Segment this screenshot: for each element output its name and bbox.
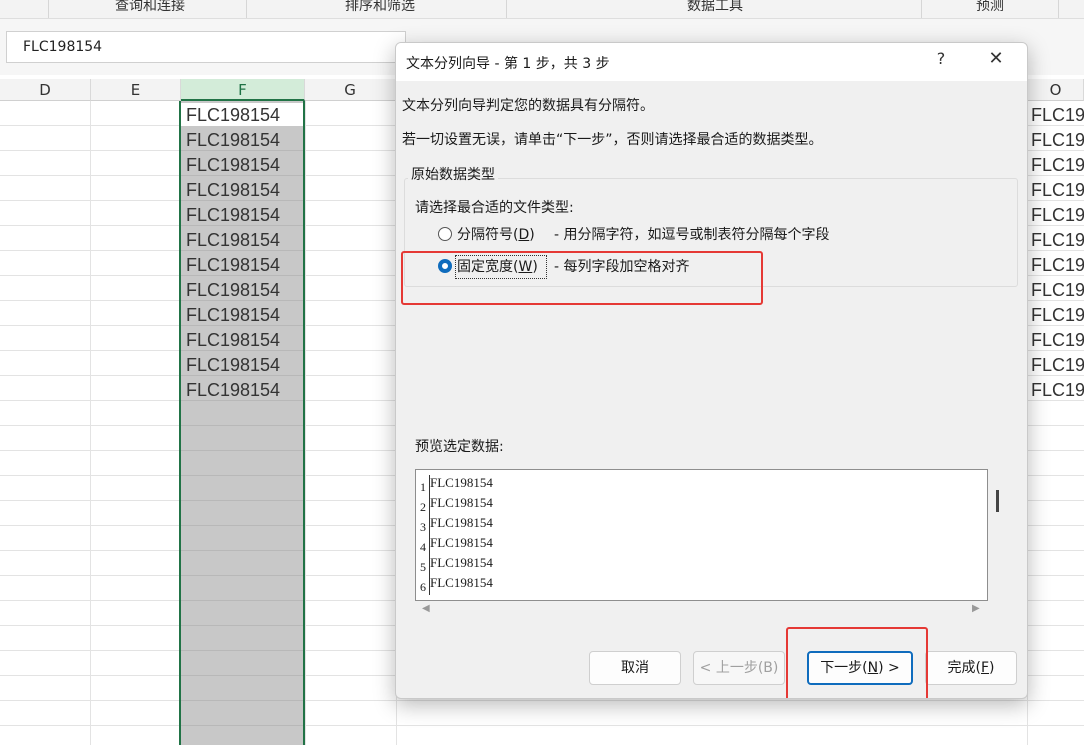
column-header-g[interactable]: G (305, 79, 396, 101)
text-to-columns-dialog: 文本分列向导 - 第 1 步，共 3 步 ? ✕ 文本分列向导判定您的数据具有分… (395, 42, 1028, 699)
cell-o11[interactable]: FLC19 (1031, 353, 1084, 378)
ribbon-group-queries: 查询和连接 (115, 0, 185, 14)
cell-o7[interactable]: FLC19 (1031, 253, 1084, 278)
close-icon[interactable]: ✕ (984, 48, 1008, 69)
finish-access-key: F (980, 660, 990, 676)
ribbon-group-forecast: 预测 (976, 0, 1004, 14)
delimited-option-label[interactable]: 分隔符号(D) (457, 224, 535, 244)
cell-f3[interactable]: FLC198154 (186, 153, 280, 178)
back-button[interactable]: < 上一步(B) (693, 651, 785, 685)
delimited-label-end: ) (529, 227, 535, 243)
highlight-annotation-fixed-width (401, 251, 763, 305)
column-header-f[interactable]: F (181, 79, 305, 101)
preview-row-number: 5 (417, 555, 430, 575)
preview-label: 预览选定数据: (415, 439, 504, 455)
ribbon-group-data-tools: 数据工具 (687, 0, 743, 14)
cell-o9[interactable]: FLC19 (1031, 303, 1084, 328)
preview-line: FLC198154 (430, 475, 493, 490)
cell-o3[interactable]: FLC19 (1031, 153, 1084, 178)
column-header-o[interactable]: O (1028, 79, 1084, 101)
scroll-left-icon[interactable]: ◀ (422, 603, 430, 614)
cell-o2[interactable]: FLC19 (1031, 128, 1084, 153)
column-header-d[interactable]: D (0, 79, 91, 101)
dialog-title-bar[interactable]: 文本分列向导 - 第 1 步，共 3 步 ? ✕ (396, 43, 1027, 81)
preview-row-number: 6 (417, 575, 430, 595)
grid-column-line (90, 101, 91, 745)
cell-f8[interactable]: FLC198154 (186, 278, 280, 303)
cell-f10[interactable]: FLC198154 (186, 328, 280, 353)
cell-f5[interactable]: FLC198154 (186, 203, 280, 228)
ribbon-group-sort-filter: 排序和筛选 (345, 0, 415, 14)
preview-row-number: 1 (417, 475, 430, 495)
cell-f7[interactable]: FLC198154 (186, 253, 280, 278)
preview-row-number: 2 (417, 495, 430, 515)
cell-f9[interactable]: FLC198154 (186, 303, 280, 328)
cell-f11[interactable]: FLC198154 (186, 353, 280, 378)
preview-row-number: 4 (417, 535, 430, 555)
highlight-annotation-next (786, 627, 928, 698)
cell-o5[interactable]: FLC19 (1031, 203, 1084, 228)
intro-text-1: 文本分列向导判定您的数据具有分隔符。 (402, 98, 654, 114)
finish-button-end: ) (989, 660, 995, 676)
grid-column-line (305, 101, 306, 745)
cell-f1[interactable]: FLC198154 (186, 103, 280, 128)
cell-o6[interactable]: FLC19 (1031, 228, 1084, 253)
cancel-button[interactable]: 取消 (589, 651, 681, 685)
ribbon-separator (1058, 0, 1059, 18)
ribbon-separator (48, 0, 49, 18)
data-type-group-label: 原始数据类型 (408, 164, 498, 184)
preview-row-number: 3 (417, 515, 430, 535)
delimited-option-desc: - 用分隔字符，如逗号或制表符分隔每个字段 (554, 227, 830, 243)
preview-line: FLC198154 (430, 535, 493, 550)
preview-line: FLC198154 (430, 575, 493, 590)
delimited-radio[interactable] (438, 227, 452, 241)
name-box[interactable]: FLC198154 (6, 31, 406, 63)
column-header-e[interactable]: E (91, 79, 181, 101)
dialog-title: 文本分列向导 - 第 1 步，共 3 步 (406, 56, 610, 72)
file-type-prompt: 请选择最合适的文件类型: (415, 200, 574, 216)
cell-o10[interactable]: FLC19 (1031, 328, 1084, 353)
cell-f6[interactable]: FLC198154 (186, 228, 280, 253)
delimited-access-key: D (518, 227, 530, 243)
delimited-label-text: 分隔符号( (457, 227, 519, 243)
cell-f12[interactable]: FLC198154 (186, 378, 280, 403)
ribbon-separator (506, 0, 507, 18)
cell-o1[interactable]: FLC19 (1031, 103, 1084, 128)
cell-f2[interactable]: FLC198154 (186, 128, 280, 153)
help-button[interactable]: ? (931, 49, 951, 68)
ribbon-separator (246, 0, 247, 18)
cell-f4[interactable]: FLC198154 (186, 178, 280, 203)
ribbon-separator (921, 0, 922, 18)
ribbon-group-labels: 查询和连接 排序和筛选 数据工具 预测 (0, 0, 1084, 19)
scroll-right-icon[interactable]: ▶ (972, 603, 980, 614)
preview-vertical-scrollbar[interactable] (996, 490, 999, 512)
cell-o12[interactable]: FLC19 (1031, 378, 1084, 403)
finish-button-text: 完成( (947, 660, 981, 676)
finish-button[interactable]: 完成(F) (925, 651, 1017, 685)
preview-line: FLC198154 (430, 515, 493, 530)
cell-o4[interactable]: FLC19 (1031, 178, 1084, 203)
intro-text-2: 若一切设置无误，请单击“下一步”，否则请选择最合适的数据类型。 (402, 132, 823, 148)
preview-line: FLC198154 (430, 555, 493, 570)
preview-line: FLC198154 (430, 495, 493, 510)
cell-o8[interactable]: FLC19 (1031, 278, 1084, 303)
data-preview-pane[interactable]: 1 FLC198154 2 FLC198154 3 FLC198154 4 FL… (415, 469, 988, 601)
